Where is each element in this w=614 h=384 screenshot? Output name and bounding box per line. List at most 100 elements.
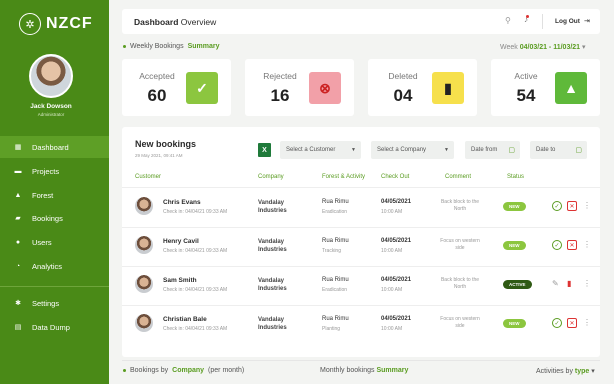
reject-icon[interactable]: ✕ <box>567 318 577 328</box>
heading-emph: Company <box>172 367 205 374</box>
page-title: Dashboard Overview <box>134 17 216 27</box>
heading-prefix: Bookings by <box>130 367 169 374</box>
user-name: Jack Dowson <box>30 103 72 110</box>
column-header-comment[interactable]: Comment <box>445 174 471 180</box>
customer-select[interactable]: Select a Customer ▼ <box>280 141 361 159</box>
sidebar-item-label: Projects <box>32 166 60 176</box>
topbar-divider <box>542 14 543 29</box>
stat-card-deleted[interactable]: Deleted 04 ▮ <box>368 59 477 116</box>
checkout-time: 10:00 AM <box>381 248 403 254</box>
sidebar-item-analytics[interactable]: ◔ Analytics <box>0 255 109 277</box>
leaf-logo-icon: ✲ <box>19 13 41 35</box>
sidebar-item-users[interactable]: ● Users <box>0 231 109 253</box>
avatar <box>135 197 153 215</box>
stat-card-accepted[interactable]: Accepted 60 ✓ <box>122 59 231 116</box>
database-icon: ▤ <box>14 324 22 331</box>
avatar <box>135 236 153 254</box>
logout-icon[interactable]: ⇥ <box>584 17 590 25</box>
table-row[interactable]: Sam Smith Check in: 04/04/21 09:33 AM Va… <box>122 266 600 304</box>
comment: Back block to the North <box>440 199 480 212</box>
stat-label: Accepted <box>139 71 175 81</box>
checkout-time: 10:00 AM <box>381 326 403 332</box>
more-icon[interactable]: ⋮ <box>583 240 591 249</box>
column-header-company[interactable]: Company <box>258 174 284 180</box>
bookings-title: New bookings <box>135 139 197 149</box>
table-row[interactable]: Christian Bale Check in: 04/04/21 09:33 … <box>122 305 600 343</box>
search-icon[interactable]: ⚲ <box>505 16 511 25</box>
sidebar-item-label: Users <box>32 237 52 247</box>
checkout-time: 10:00 AM <box>381 209 403 215</box>
more-icon[interactable]: ⋮ <box>583 279 591 288</box>
forest-name: Rua Rimu <box>322 316 349 322</box>
sidebar-item-label: Dashboard <box>32 142 69 152</box>
heading-emph: type <box>574 368 590 375</box>
sidebar-item-dashboard[interactable]: ▦ Dashboard <box>0 136 109 158</box>
date-to-input[interactable]: Date to ▢ <box>530 141 587 159</box>
column-header-status[interactable]: Status <box>507 174 524 180</box>
date-from-input[interactable]: Date from ▢ <box>465 141 520 159</box>
excel-export-icon[interactable]: X <box>258 143 271 157</box>
sidebar-item-forest[interactable]: ▲ Forest <box>0 184 109 206</box>
notification-bell-icon[interactable]: ♪ <box>524 15 529 24</box>
more-icon[interactable]: ⋮ <box>583 318 591 327</box>
check-in: Check in: 04/04/21 09:33 AM <box>163 287 228 293</box>
column-header-checkout[interactable]: Check Out <box>381 174 409 180</box>
customer-select-value: Select a Customer <box>286 147 336 153</box>
customer-name: Sam Smith <box>163 277 197 284</box>
date-from-placeholder: Date from <box>471 147 498 153</box>
section-divider <box>122 360 600 361</box>
logo[interactable]: ✲ NZCF <box>19 13 93 35</box>
page-title-main: Dashboard <box>134 16 179 27</box>
logout-button[interactable]: Log Out <box>555 18 580 25</box>
avatar <box>135 314 153 332</box>
edit-icon[interactable]: ✎ <box>552 279 559 288</box>
week-range[interactable]: Week 04/03/21 - 11/03/21 ▾ <box>500 43 586 51</box>
stat-card-rejected[interactable]: Rejected 16 ⊗ <box>245 59 354 116</box>
more-icon[interactable]: ⋮ <box>583 201 591 210</box>
activity: Eradication <box>322 209 348 215</box>
weekly-summary-heading: Weekly Bookings Summary <box>123 43 219 50</box>
chevron-down-icon[interactable]: ▾ <box>591 368 595 375</box>
column-header-customer[interactable]: Customer <box>135 174 161 180</box>
company-name: Vandalay Industries <box>258 278 287 293</box>
sidebar-item-data-dump[interactable]: ▤ Data Dump <box>0 316 109 338</box>
status-badge: NEW <box>503 319 526 328</box>
approve-icon[interactable]: ✓ <box>552 201 562 211</box>
tree-icon: ▲ <box>14 191 22 199</box>
table-row[interactable]: Chris Evans Check in: 04/04/21 09:33 AM … <box>122 188 600 226</box>
column-header-forest[interactable]: Forest & Activity <box>322 174 365 180</box>
table-row[interactable]: Henry Cavil Check in: 04/04/21 09:33 AM … <box>122 227 600 265</box>
activities-by-type-heading: Activities by type ▾ <box>536 367 595 375</box>
monthly-bookings-heading: Monthly bookings Summary <box>320 367 408 374</box>
trash-icon[interactable]: ▮ <box>567 279 571 288</box>
sidebar: ✲ NZCF Jack Dowson Administrator ▦ Dashb… <box>0 0 109 384</box>
chevron-down-icon: ▼ <box>444 147 449 153</box>
sidebar-item-bookings[interactable]: ▰ Bookings <box>0 207 109 229</box>
user-avatar[interactable] <box>29 54 73 98</box>
heading-prefix: Activities by <box>536 368 573 375</box>
checkout-date: 04/05/2021 <box>381 316 412 322</box>
chevron-down-icon: ▼ <box>351 147 356 153</box>
chevron-down-icon: ▾ <box>582 44 586 51</box>
heading-prefix: Monthly bookings <box>320 367 375 374</box>
new-bookings-panel: New bookings 29 May 2021, 09:41 AM X Sel… <box>122 127 600 357</box>
sidebar-item-settings[interactable]: ✱ Settings <box>0 292 109 314</box>
forest-name: Rua Rimu <box>322 199 349 205</box>
company-name: Vandalay Industries <box>258 200 287 215</box>
reject-icon[interactable]: ✕ <box>567 240 577 250</box>
stat-value: 16 <box>270 86 290 105</box>
approve-icon[interactable]: ✓ <box>552 240 562 250</box>
week-label: Week <box>500 44 518 51</box>
comment: Back block to the North <box>440 277 480 290</box>
forest-name: Rua Rimu <box>322 277 349 283</box>
company-select[interactable]: Select a Company ▼ <box>371 141 454 159</box>
stat-card-active[interactable]: Active 54 ▲ <box>491 59 600 116</box>
checkmark-icon: ✓ <box>186 72 218 104</box>
approve-icon[interactable]: ✓ <box>552 318 562 328</box>
sidebar-item-label: Data Dump <box>32 322 70 332</box>
check-in: Check in: 04/04/21 09:33 AM <box>163 209 228 215</box>
sidebar-item-projects[interactable]: ▬ Projects <box>0 160 109 182</box>
comment: Focus on western side <box>440 316 480 329</box>
reject-icon[interactable]: ✕ <box>567 201 577 211</box>
sidebar-divider <box>0 286 109 287</box>
